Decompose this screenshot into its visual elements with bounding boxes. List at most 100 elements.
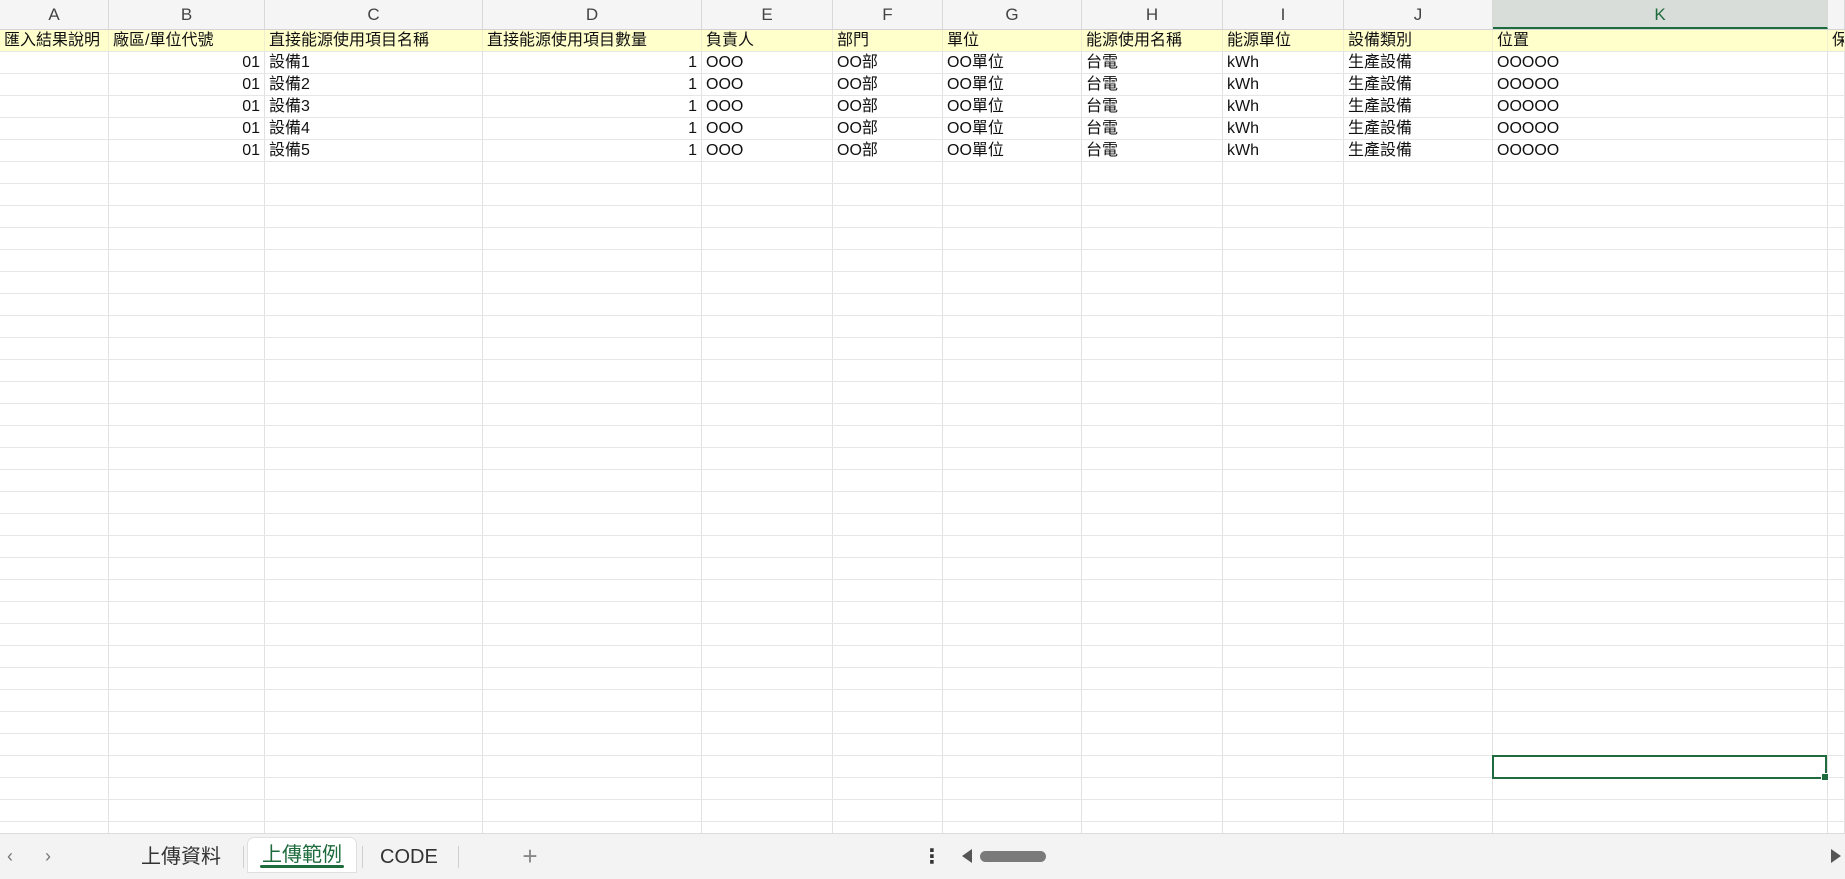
table-cell[interactable] xyxy=(1493,162,1828,183)
table-cell[interactable] xyxy=(702,690,833,711)
table-cell[interactable] xyxy=(1493,580,1828,601)
table-cell[interactable] xyxy=(483,558,702,579)
table-cell[interactable] xyxy=(1082,690,1223,711)
table-cell[interactable] xyxy=(1082,580,1223,601)
table-cell[interactable] xyxy=(109,338,265,359)
table-cell[interactable] xyxy=(1082,228,1223,249)
table-cell[interactable] xyxy=(1493,470,1828,491)
table-cell[interactable] xyxy=(1223,316,1344,337)
table-cell[interactable] xyxy=(1082,382,1223,403)
table-cell[interactable]: 生產設備 xyxy=(1344,118,1493,139)
table-cell[interactable]: OOOOO xyxy=(1493,140,1828,161)
table-cell[interactable] xyxy=(483,404,702,425)
table-cell[interactable] xyxy=(1344,602,1493,623)
table-cell[interactable] xyxy=(1344,228,1493,249)
table-cell[interactable] xyxy=(943,426,1082,447)
sheet-tab-upload-example[interactable]: 上傳範例 xyxy=(248,838,356,872)
table-cell[interactable] xyxy=(833,624,943,645)
table-cell[interactable] xyxy=(702,514,833,535)
table-cell[interactable] xyxy=(1828,668,1845,689)
table-cell[interactable] xyxy=(1082,800,1223,821)
table-cell[interactable] xyxy=(109,184,265,205)
table-cell[interactable] xyxy=(265,338,483,359)
table-cell[interactable] xyxy=(109,800,265,821)
table-cell[interactable] xyxy=(109,272,265,293)
table-cell[interactable] xyxy=(483,580,702,601)
table-cell[interactable] xyxy=(1223,602,1344,623)
header-cell[interactable]: 直接能源使用項目名稱 xyxy=(265,30,483,51)
table-cell[interactable]: 01 xyxy=(109,52,265,73)
scroll-right-icon[interactable] xyxy=(1831,849,1841,863)
table-cell[interactable]: OO部 xyxy=(833,118,943,139)
header-cell[interactable]: 保 xyxy=(1828,30,1845,51)
table-cell[interactable] xyxy=(109,756,265,777)
table-cell[interactable] xyxy=(1344,580,1493,601)
table-cell[interactable] xyxy=(702,206,833,227)
column-header-i[interactable]: I xyxy=(1223,0,1344,29)
table-cell[interactable] xyxy=(1223,272,1344,293)
table-cell[interactable] xyxy=(1223,382,1344,403)
table-cell[interactable] xyxy=(0,338,109,359)
table-cell[interactable] xyxy=(0,360,109,381)
column-header-l[interactable] xyxy=(1828,0,1845,29)
table-cell[interactable] xyxy=(1344,404,1493,425)
table-cell[interactable] xyxy=(265,184,483,205)
table-cell[interactable] xyxy=(1082,514,1223,535)
table-cell[interactable] xyxy=(833,294,943,315)
table-cell[interactable] xyxy=(0,602,109,623)
table-cell[interactable]: kWh xyxy=(1223,140,1344,161)
table-cell[interactable] xyxy=(1082,822,1223,833)
table-cell[interactable] xyxy=(265,536,483,557)
table-cell[interactable] xyxy=(483,624,702,645)
table-cell[interactable] xyxy=(109,404,265,425)
table-cell[interactable] xyxy=(702,250,833,271)
table-cell[interactable] xyxy=(1082,492,1223,513)
table-cell[interactable] xyxy=(265,514,483,535)
table-cell[interactable] xyxy=(1493,646,1828,667)
table-cell[interactable] xyxy=(109,162,265,183)
table-cell[interactable] xyxy=(265,712,483,733)
table-cell[interactable]: 生產設備 xyxy=(1344,52,1493,73)
table-cell[interactable] xyxy=(833,756,943,777)
table-cell[interactable] xyxy=(0,470,109,491)
table-cell[interactable] xyxy=(833,448,943,469)
table-cell[interactable] xyxy=(1082,646,1223,667)
table-cell[interactable] xyxy=(943,360,1082,381)
table-cell[interactable] xyxy=(943,690,1082,711)
table-cell[interactable] xyxy=(943,272,1082,293)
table-cell[interactable] xyxy=(1493,558,1828,579)
horizontal-scrollbar[interactable] xyxy=(958,846,1845,868)
table-cell[interactable] xyxy=(109,624,265,645)
table-cell[interactable] xyxy=(483,822,702,833)
table-cell[interactable]: kWh xyxy=(1223,52,1344,73)
table-cell[interactable] xyxy=(1828,470,1845,491)
table-cell[interactable] xyxy=(833,228,943,249)
table-cell[interactable] xyxy=(833,316,943,337)
table-cell[interactable] xyxy=(833,514,943,535)
column-header-a[interactable]: A xyxy=(0,0,109,29)
table-cell[interactable] xyxy=(1082,448,1223,469)
table-cell[interactable] xyxy=(109,228,265,249)
table-cell[interactable] xyxy=(1223,712,1344,733)
table-cell[interactable] xyxy=(1828,140,1845,161)
table-cell[interactable] xyxy=(1082,602,1223,623)
table-cell[interactable] xyxy=(109,734,265,755)
active-cell-selection[interactable] xyxy=(1492,755,1829,781)
table-cell[interactable] xyxy=(1082,206,1223,227)
table-cell[interactable] xyxy=(109,426,265,447)
table-cell[interactable] xyxy=(0,382,109,403)
table-cell[interactable]: 1 xyxy=(483,74,702,95)
table-cell[interactable]: 1 xyxy=(483,140,702,161)
table-cell[interactable] xyxy=(702,580,833,601)
table-cell[interactable] xyxy=(943,404,1082,425)
table-cell[interactable] xyxy=(1344,690,1493,711)
table-cell[interactable] xyxy=(833,536,943,557)
table-cell[interactable] xyxy=(265,250,483,271)
table-cell[interactable] xyxy=(1223,448,1344,469)
table-cell[interactable] xyxy=(702,756,833,777)
table-cell[interactable] xyxy=(1223,492,1344,513)
table-cell[interactable] xyxy=(1828,382,1845,403)
table-cell[interactable] xyxy=(1828,162,1845,183)
table-cell[interactable] xyxy=(109,294,265,315)
table-cell[interactable] xyxy=(1828,338,1845,359)
